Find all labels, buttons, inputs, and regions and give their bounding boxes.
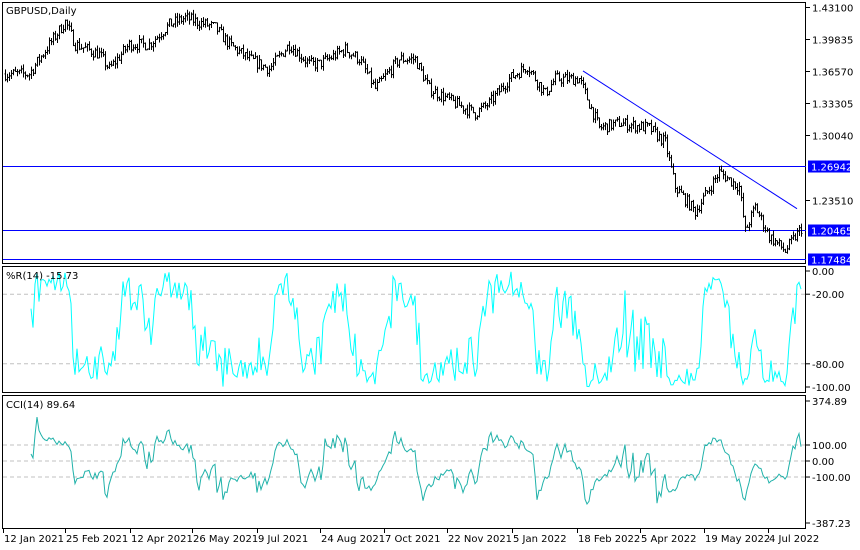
wr-tick-label: -80.00 [812,360,844,371]
symbol-title: GBPUSD,Daily [6,6,77,17]
cci-tick-label: 374.89 [812,397,847,408]
date-tick-label: 25 Feb 2021 [66,534,128,545]
cci-tick-label: -100.00 [812,473,851,484]
main-pane[interactable] [2,2,806,264]
date-tick-label: 12 Jan 2021 [4,534,64,545]
cci-tick-label: 0.00 [812,457,834,468]
date-tick-label: 12 Apr 2021 [131,534,193,545]
price-tick-label: 1.43100 [812,4,853,15]
date-tick-label: 4 Jul 2022 [769,534,819,545]
level-price-label: 1.17484 [811,256,852,267]
date-tick-label: 18 Feb 2022 [578,534,640,545]
date-tick-label: 5 Jan 2022 [513,534,567,545]
cci-tick-label: -387.23 [812,519,851,530]
date-tick-label: 26 May 2021 [193,534,258,545]
wr-tick-label: 0.00 [812,267,834,278]
price-tick-label: 1.36570 [812,68,853,79]
cci-tick-label: 100.00 [812,441,847,452]
price-tick-label: 1.39835 [812,36,853,47]
date-tick-label: 5 Apr 2022 [641,534,696,545]
price-tick-label: 1.30040 [812,132,853,143]
level-price-label: 1.26942 [811,163,852,174]
cci-title: CCI(14) 89.64 [6,400,75,411]
wr-title: %R(14) -15.73 [6,271,78,282]
price-chart[interactable]: 1.26942 1.20465 1.17484 1.43100 1.39835 1.36… [0,0,860,550]
cci-pane[interactable] [2,395,806,529]
price-tick-label: 1.33305 [812,100,853,111]
date-tick-label: 7 Oct 2021 [385,534,440,545]
date-tick-label: 9 Jul 2021 [258,534,308,545]
wr-tick-label: -20.00 [812,290,844,301]
date-tick-label: 19 May 2022 [705,534,770,545]
wr-tick-label: -100.00 [812,383,851,394]
date-tick-label: 22 Nov 2021 [448,534,512,545]
date-tick-label: 24 Aug 2021 [321,534,385,545]
level-price-label: 1.20465 [811,227,852,238]
price-tick-label: 1.23510 [812,197,853,208]
